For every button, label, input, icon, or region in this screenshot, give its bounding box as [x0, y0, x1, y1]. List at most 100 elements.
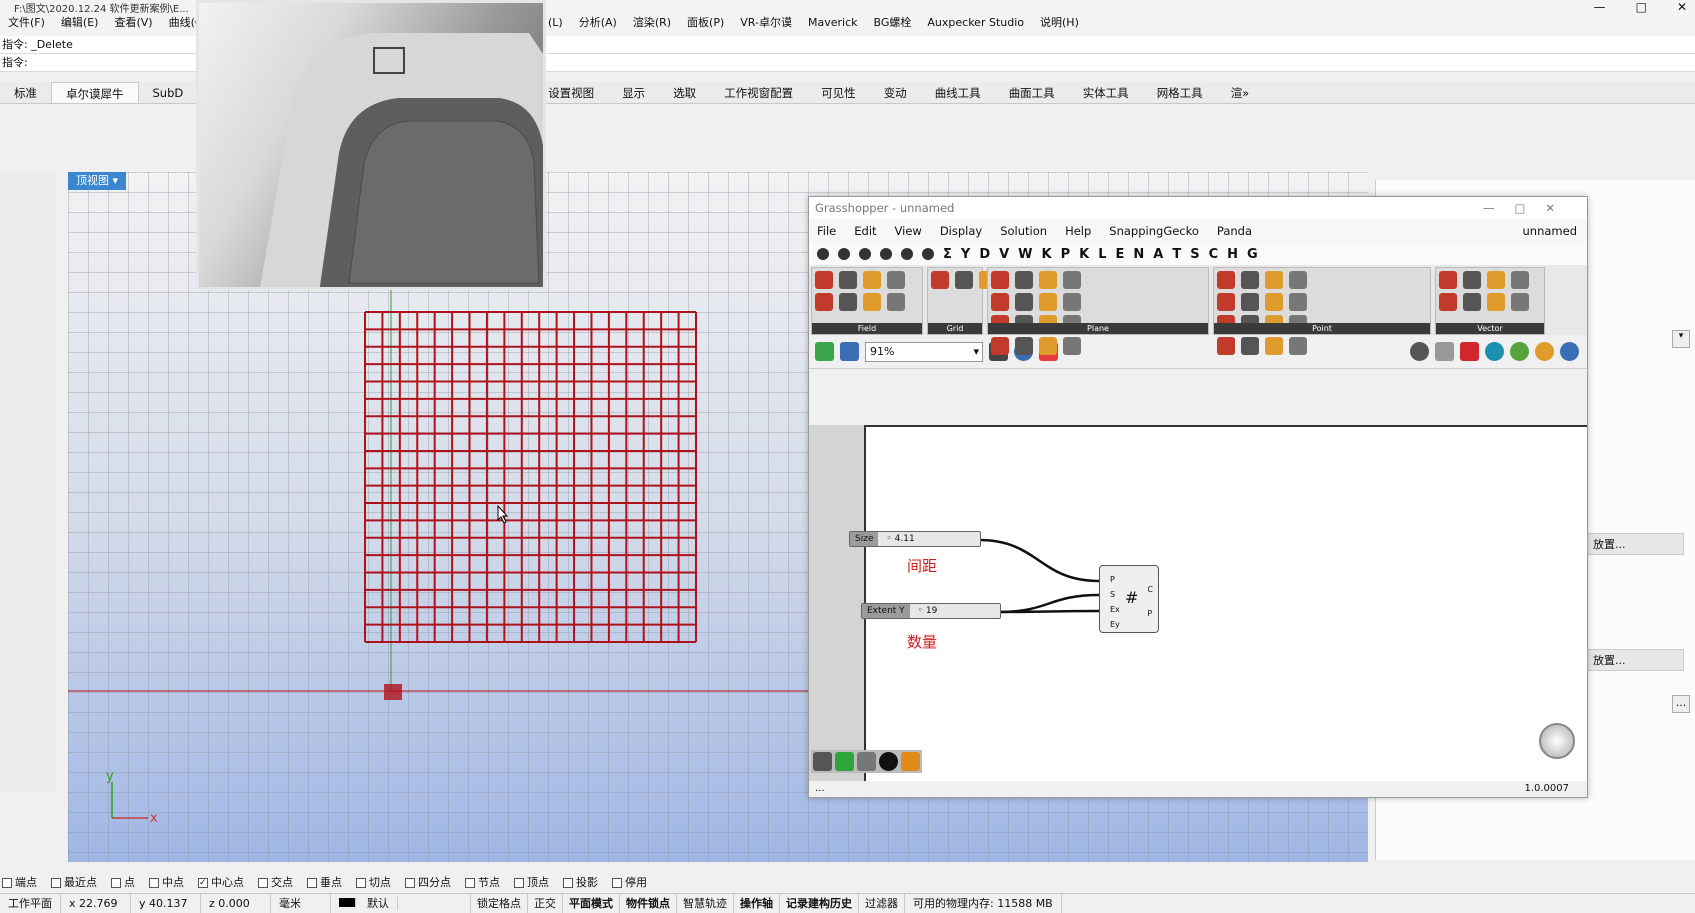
gh-tool-icon[interactable] — [931, 271, 949, 289]
status-toggle[interactable]: 智慧轨迹 — [677, 893, 734, 913]
gh-tool-icon[interactable] — [1063, 271, 1081, 289]
checkbox[interactable] — [465, 877, 475, 888]
status-cplane[interactable]: 工作平面 — [0, 893, 61, 913]
status-unit[interactable]: 毫米 — [271, 893, 331, 913]
menu-item[interactable]: 查看(V) — [110, 14, 156, 32]
gh-tool-icon[interactable] — [839, 271, 857, 289]
gh-category-tab[interactable]: W — [1018, 247, 1032, 262]
tab[interactable]: 实体工具 — [1069, 82, 1143, 103]
menu-item[interactable]: Auxpecker Studio — [923, 14, 1028, 32]
gh-tool-icon[interactable] — [1487, 293, 1505, 311]
tab[interactable]: 渲» — [1217, 82, 1264, 103]
gh-menu-item[interactable]: Solution — [1000, 224, 1047, 238]
gh-menu-item[interactable]: Edit — [854, 224, 876, 238]
menu-item[interactable]: VR-卓尔谟 — [736, 14, 796, 32]
menu-item[interactable]: 编辑(E) — [57, 14, 103, 32]
gh-menu-item[interactable]: Help — [1065, 224, 1091, 238]
gh-category-icon[interactable] — [880, 248, 892, 260]
checkbox[interactable] — [356, 877, 366, 888]
tab[interactable]: 曲面工具 — [995, 82, 1069, 103]
gh-category-tab[interactable]: E — [1116, 247, 1125, 262]
status-toggle[interactable]: 操作轴 — [734, 893, 780, 913]
status-toggle[interactable]: 锁定格点 — [471, 893, 528, 913]
osnap-option[interactable]: 顶点 — [514, 874, 549, 890]
osnap-option[interactable]: 中点 — [149, 874, 184, 890]
checkbox[interactable] — [149, 877, 159, 888]
gh-category-tab[interactable]: K — [1079, 247, 1089, 262]
tab[interactable]: 显示 — [608, 82, 659, 103]
gh-category-icon[interactable] — [859, 248, 871, 260]
tab[interactable]: 曲线工具 — [921, 82, 995, 103]
gh-tool-icon[interactable] — [1217, 271, 1235, 289]
gh-tool-icon[interactable] — [1015, 293, 1033, 311]
gh-tool-icon[interactable] — [1063, 337, 1081, 355]
grid-toggle-icon[interactable] — [857, 752, 876, 771]
osnap-option[interactable]: 投影 — [563, 874, 598, 890]
gh-menu-item[interactable]: Panda — [1217, 224, 1252, 238]
tab[interactable]: SubD — [139, 82, 198, 103]
osnap-option[interactable]: 切点 — [356, 874, 391, 890]
place-button-1[interactable]: 放置... — [1584, 533, 1684, 555]
gh-tool-icon[interactable] — [1487, 271, 1505, 289]
gh-category-tab[interactable]: S — [1190, 247, 1199, 262]
preview-selected-icon[interactable] — [1485, 342, 1504, 361]
gh-tool-icon[interactable] — [1217, 337, 1235, 355]
gh-tool-icon[interactable] — [991, 271, 1009, 289]
square-grid-component[interactable]: P S Ex Ey # CP — [1099, 565, 1159, 633]
checkbox[interactable] — [2, 877, 12, 888]
osnap-option[interactable]: 最近点 — [51, 874, 97, 890]
gh-tool-icon[interactable] — [1439, 293, 1457, 311]
gh-tool-icon[interactable] — [1063, 293, 1081, 311]
gh-tool-icon[interactable] — [1039, 337, 1057, 355]
gh-category-icon[interactable] — [817, 248, 829, 260]
tab[interactable]: 标准 — [0, 82, 51, 103]
gh-tool-icon[interactable] — [887, 293, 905, 311]
material-icon[interactable] — [1535, 342, 1554, 361]
gh-category-icon[interactable] — [901, 248, 913, 260]
preview-shaded-icon[interactable] — [1460, 342, 1479, 361]
gh-category-tab[interactable]: Y — [961, 247, 970, 262]
gh-tool-icon[interactable] — [955, 271, 973, 289]
tab[interactable]: 网格工具 — [1143, 82, 1217, 103]
checkbox[interactable] — [514, 877, 524, 888]
checkbox[interactable] — [258, 877, 268, 888]
gh-tool-icon[interactable] — [1511, 271, 1529, 289]
status-toggle[interactable]: 记录建构历史 — [780, 893, 859, 913]
gh-category-tab[interactable]: N — [1133, 247, 1144, 262]
osnap-option[interactable]: ✓ 中心点 — [198, 874, 244, 890]
gh-tool-icon[interactable] — [1039, 271, 1057, 289]
tab[interactable]: 卓尔谟犀牛 — [51, 82, 139, 103]
menu-item[interactable]: BG螺栓 — [870, 14, 916, 32]
gh-category-tab[interactable]: D — [979, 247, 990, 262]
disable-icon[interactable] — [879, 752, 898, 771]
preview-wire-icon[interactable] — [1435, 342, 1454, 361]
status-toggle[interactable]: 过滤器 — [859, 893, 905, 913]
gh-tool-icon[interactable] — [1265, 337, 1283, 355]
gh-category-tab[interactable]: P — [1061, 247, 1071, 262]
checkbox[interactable] — [111, 877, 121, 888]
gh-category-tab[interactable]: C — [1209, 247, 1219, 262]
osnap-option[interactable]: 点 — [111, 874, 135, 890]
gh-category-icon[interactable] — [922, 248, 934, 260]
gh-tool-icon[interactable] — [1015, 337, 1033, 355]
gh-category-icon[interactable] — [838, 248, 850, 260]
preview-off-icon[interactable] — [1410, 342, 1429, 361]
menu-item[interactable]: 分析(A) — [575, 14, 621, 32]
viewport-tab[interactable]: 顶视图 ▾ — [68, 172, 127, 190]
gh-menu-item[interactable]: SnappingGecko — [1109, 224, 1199, 238]
gh-category-tab[interactable]: K — [1042, 247, 1052, 262]
gh-menu-item[interactable]: View — [895, 224, 922, 238]
gh-tool-icon[interactable] — [1511, 293, 1529, 311]
gh-tool-icon[interactable] — [863, 293, 881, 311]
gh-category-tab[interactable]: G — [1247, 247, 1258, 262]
chevron-down-icon[interactable]: ▾ — [1672, 330, 1690, 348]
checkbox[interactable] — [563, 877, 573, 888]
gh-tool-icon[interactable] — [1241, 271, 1259, 289]
gh-tool-icon[interactable] — [1289, 293, 1307, 311]
gh-category-tab[interactable]: H — [1227, 247, 1238, 262]
gh-tool-icon[interactable] — [1241, 337, 1259, 355]
gh-category-tab[interactable]: A — [1153, 247, 1163, 262]
gh-tool-icon[interactable] — [1039, 293, 1057, 311]
gh-tool-icon[interactable] — [815, 271, 833, 289]
osnap-option[interactable]: 停用 — [612, 874, 647, 890]
